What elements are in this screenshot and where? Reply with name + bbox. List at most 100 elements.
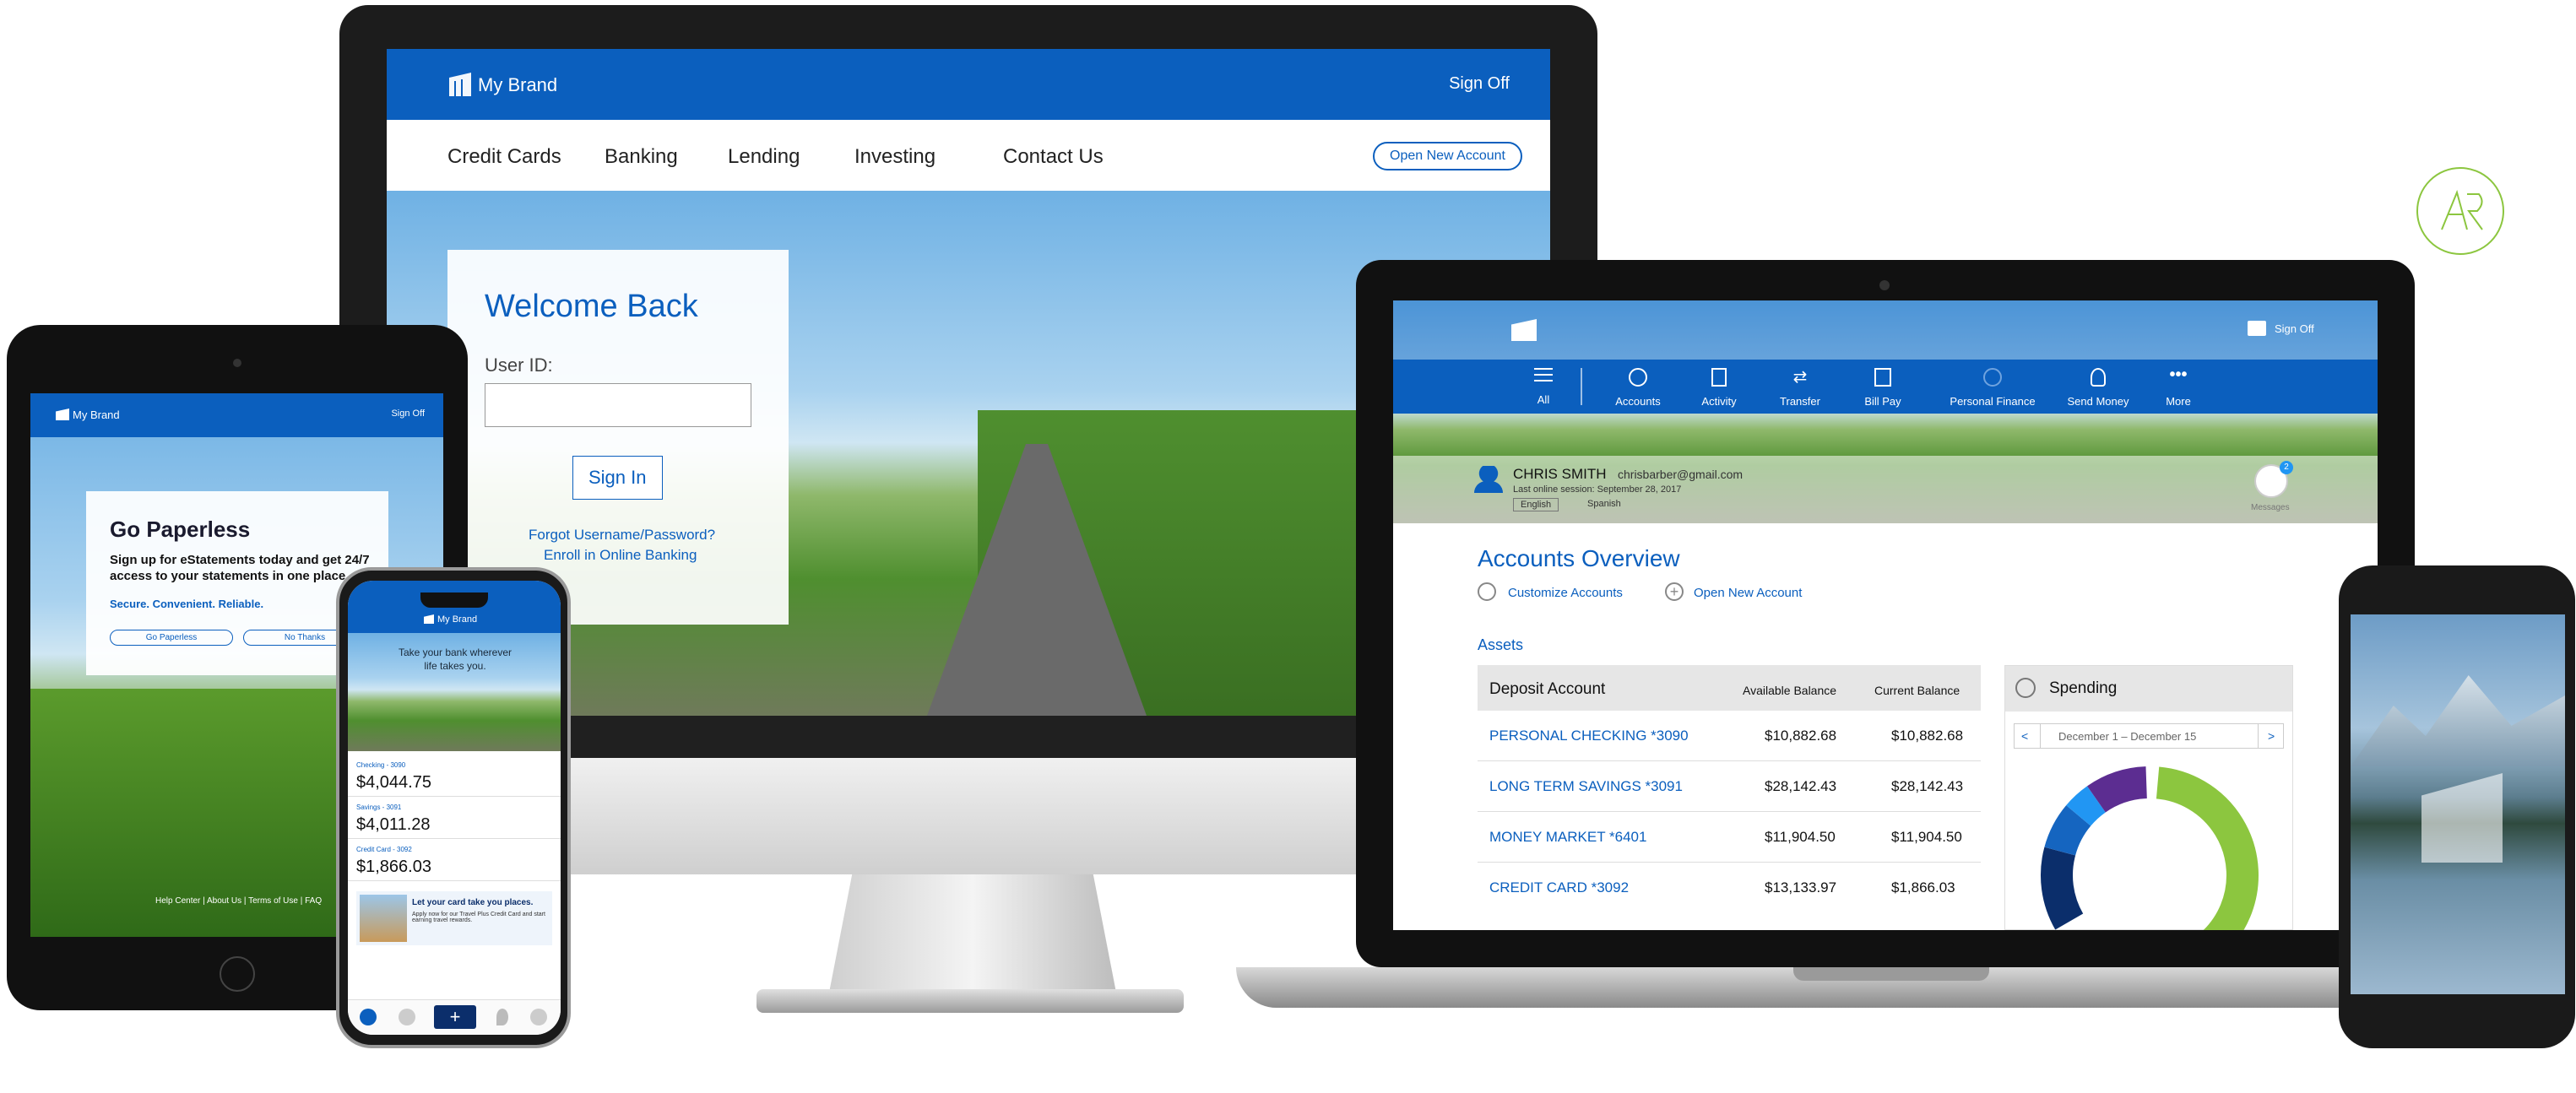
phone-hero-line1: Take your bank wherever [398,647,512,658]
english-button[interactable]: English [1513,498,1559,511]
phone-account-amount: $4,044.75 [356,773,431,792]
paperless-title: Go Paperless [110,517,251,542]
nav-transfer[interactable]: ⇄ Transfer [1766,368,1834,408]
nav-personal-finance[interactable]: Personal Finance [1942,368,2043,408]
tablet-header: My Brand Sign Off [30,393,443,437]
nav-activity[interactable]: Activity [1685,368,1753,408]
table-row[interactable]: MONEY MARKET *6401 $11,904.50 $11,904.50 [1478,812,1981,863]
pie-chart-icon [2015,678,2036,698]
monitor-stand [829,874,1116,993]
date-range-label: December 1 – December 15 [2058,730,2197,743]
phone-account-row[interactable]: Credit Card - 3092 $1,866.03 [348,839,561,881]
settings-tab-icon[interactable] [530,1009,547,1025]
user-id-label: User ID: [485,354,553,376]
table-row[interactable]: LONG TERM SAVINGS *3091 $28,142.43 $28,1… [1478,761,1981,812]
brand-name: My Brand [478,74,558,95]
accounts-icon [1629,368,1647,387]
phone-screen: My Brand Take your bank wherever life ta… [348,581,561,1035]
phone-account-amount: $4,011.28 [356,815,431,834]
prev-range-button[interactable]: < [2021,729,2028,743]
promo-image [360,895,407,942]
nav-investing[interactable]: Investing [854,145,935,169]
phone-hero-image: Take your bank wherever life takes you. [348,633,561,751]
spending-panel: Spending < December 1 – December 15 > [2004,665,2293,930]
paperless-tagline: Secure. Convenient. Reliable. [110,598,264,610]
accounts-tab-icon[interactable] [360,1009,377,1025]
nav-banking[interactable]: Banking [605,145,678,169]
nav-credit-cards[interactable]: Credit Cards [447,145,561,169]
open-new-account-link[interactable]: Open New Account [1694,586,1802,600]
bill-pay-icon [1874,368,1891,387]
table-row[interactable]: PERSONAL CHECKING *3090 $10,882.68 $10,8… [1478,711,1981,761]
nav-all[interactable]: All [1510,368,1577,406]
tablet-sign-off[interactable]: Sign Off [391,409,425,419]
open-new-account-button[interactable]: Open New Account [1373,142,1522,170]
promo-title: Let your card take you places. [412,898,534,907]
user-name: CHRIS SMITH [1513,466,1607,482]
nav-bill-pay[interactable]: Bill Pay [1849,368,1917,408]
phone-account-amount: $1,866.03 [356,858,431,876]
promo-body: Apply now for our Travel Plus Credit Car… [412,912,545,923]
laptop-nav: All Accounts Activity ⇄ Transfer Bill Pa… [1393,360,2378,414]
forgot-link[interactable]: Forgot Username/Password? [529,527,715,544]
customize-accounts-link[interactable]: Customize Accounts [1508,586,1623,600]
nav-send-money[interactable]: Send Money [2060,368,2136,408]
spending-donut-chart [2041,766,2259,930]
send-money-icon [2091,368,2106,387]
monitor-base [757,989,1184,1013]
phone-account-row[interactable]: Savings - 3091 $4,011.28 [348,797,561,839]
phone-brand: My Brand [437,614,478,625]
tablet-brand: My Brand [73,409,120,421]
donut-segment [2044,805,2091,857]
brand-logo-icon [1511,319,1537,341]
enroll-link[interactable]: Enroll in Online Banking [544,547,697,564]
phone-promo-card[interactable]: Let your card take you places. Apply now… [356,891,552,945]
donut-segment [2087,766,2148,813]
activity-icon [1711,368,1727,387]
user-email: chrisbarber@gmail.com [1618,468,1744,481]
phone-account-label: Savings - 3091 [356,804,402,811]
welcome-title: Welcome Back [485,289,698,324]
spanish-button[interactable]: Spanish [1581,498,1628,510]
next-range-button[interactable]: > [2268,729,2275,743]
camera-icon [233,359,241,367]
personal-finance-icon [1983,368,2002,387]
main-nav: Credit Cards Banking Lending Investing C… [387,120,1550,191]
gear-icon[interactable] [1478,582,1496,601]
chat-icon[interactable] [2248,321,2266,336]
camera-icon [1879,280,1890,290]
brand-logo-icon [2421,773,2503,863]
phone-header: My Brand [348,581,561,633]
spending-title: Spending [2049,679,2118,697]
phone-account-label: Checking - 3090 [356,761,406,769]
laptop-screen: Sign Off All Accounts Activity ⇄ Transfe… [1393,300,2378,930]
phone-account-row[interactable]: Checking - 3090 $4,044.75 [348,755,561,797]
donut-segment [2041,847,2084,930]
messages-badge: 2 [2280,461,2293,474]
nav-lending[interactable]: Lending [728,145,800,169]
sign-off-link[interactable]: Sign Off [1449,74,1510,94]
location-tab-icon[interactable] [496,1009,508,1025]
nav-contact-us[interactable]: Contact Us [1003,145,1104,169]
laptop-topbar: Sign Off [1393,300,2378,360]
tablet-footer-links[interactable]: Help Center | About Us | Terms of Use | … [155,896,322,906]
sign-in-button[interactable]: Sign In [572,456,663,500]
user-info-bar: CHRIS SMITH chrisbarber@gmail.com Last o… [1393,456,2378,523]
nav-more[interactable]: ••• More [2145,366,2212,408]
phone-hero-line2: life takes you. [424,660,486,672]
messages-label: Messages [2251,503,2290,512]
user-id-input[interactable] [485,383,751,427]
home-button-icon[interactable] [220,956,255,992]
donut-segment [2066,786,2107,826]
go-paperless-button[interactable]: Go Paperless [110,630,233,646]
laptop-sign-off[interactable]: Sign Off [2275,322,2314,335]
table-row[interactable]: CREDIT CARD *3092 $13,133.97 $1,866.03 [1478,863,1981,913]
nav-accounts[interactable]: Accounts [1604,368,1672,408]
menu-icon [1534,368,1553,381]
last-session: Last online session: September 28, 2017 [1513,484,1682,495]
transfer-icon: ⇄ [1792,368,1808,387]
add-tab-icon[interactable]: + [434,1005,476,1029]
phone-tab-bar: + [348,999,561,1035]
plus-circle-icon[interactable]: + [1665,582,1684,601]
transfer-tab-icon[interactable] [399,1009,415,1025]
